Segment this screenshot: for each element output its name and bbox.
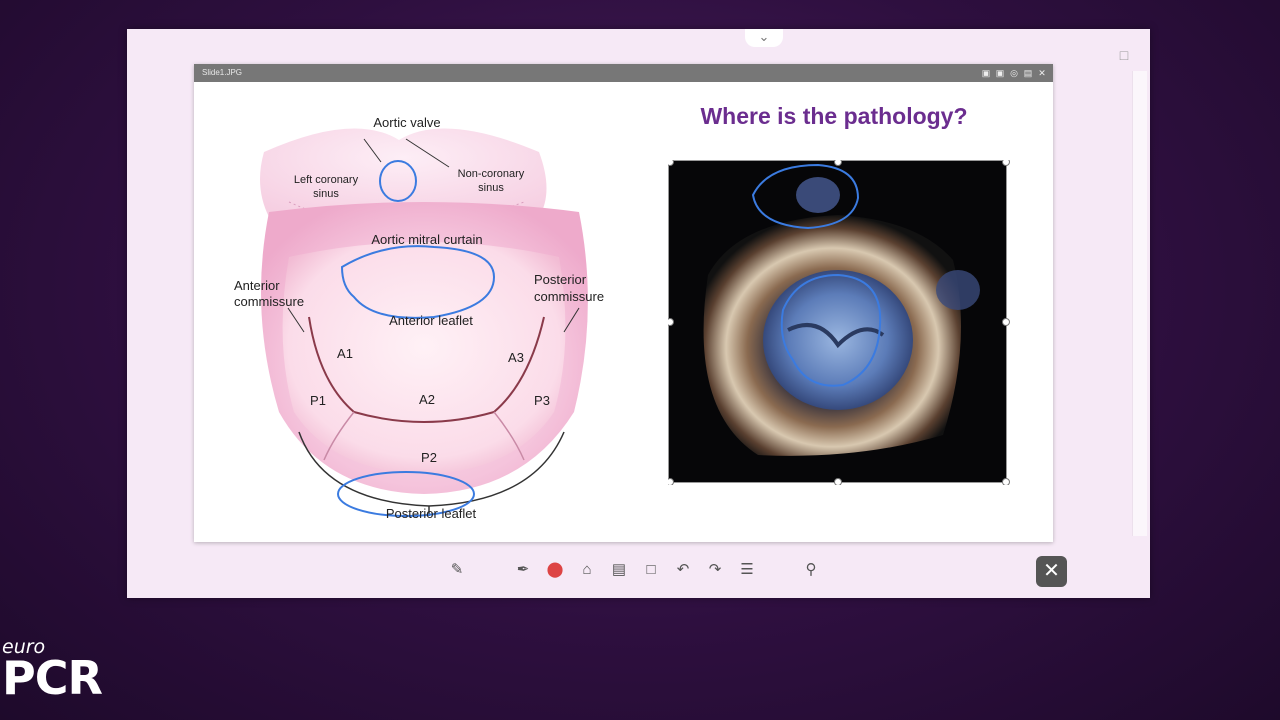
label-non-coronary-1: Non-coronary xyxy=(458,168,525,180)
label-anterior-commissure-2: commissure xyxy=(234,294,304,309)
redo-icon[interactable]: ↷ xyxy=(705,560,725,580)
label-posterior-commissure-1: Posterior xyxy=(534,272,587,287)
label-p1: P1 xyxy=(310,393,326,408)
side-scrollbar[interactable] xyxy=(1132,71,1147,536)
save-icon[interactable]: ▤ xyxy=(1023,64,1033,82)
viewer-titlebar: Slide1.JPG ▣ ▣ ◎ ▤ ✕ xyxy=(194,64,1053,82)
app-window: ⌄ □ Slide1.JPG ▣ ▣ ◎ ▤ ✕ Aortic valve Le… xyxy=(127,29,1150,598)
pen-icon[interactable]: ✒ xyxy=(513,560,533,580)
mitral-valve-diagram: Aortic valve Left coronary sinus Non-cor… xyxy=(234,115,604,521)
note-sidebar-icon[interactable]: □ xyxy=(1115,47,1133,65)
label-posterior-commissure-2: commissure xyxy=(534,289,604,304)
rotate-icon[interactable]: ▣ xyxy=(995,64,1005,82)
label-anterior-leaflet: Anterior leaflet xyxy=(389,313,473,328)
chevron-down-icon[interactable]: ⌄ xyxy=(745,29,783,47)
undo-icon[interactable]: ↶ xyxy=(673,560,693,580)
note-icon[interactable]: ✎ xyxy=(447,560,467,580)
annotation-toolbar: ✎ ✒ ⬤ ⌂ ▤ □ ↶ ↷ ☰ ⚲ xyxy=(447,560,821,580)
label-anterior-commissure-1: Anterior xyxy=(234,278,280,293)
label-a3: A3 xyxy=(508,350,524,365)
label-aortic-mitral-curtain: Aortic mitral curtain xyxy=(371,232,482,247)
image-viewer: Slide1.JPG ▣ ▣ ◎ ▤ ✕ Aortic valve Left c… xyxy=(194,64,1053,542)
label-aortic-valve: Aortic valve xyxy=(373,115,440,130)
label-a1: A1 xyxy=(337,346,353,361)
color-icon[interactable]: ⬤ xyxy=(545,560,565,580)
menu-icon[interactable]: ☰ xyxy=(737,560,757,580)
close-icon[interactable]: ✕ xyxy=(1037,64,1047,82)
label-non-coronary-2: sinus xyxy=(478,182,504,194)
label-a2: A2 xyxy=(419,392,435,407)
label-posterior-leaflet: Posterior leaflet xyxy=(386,506,477,521)
sticky-icon[interactable]: ▤ xyxy=(609,560,629,580)
fit-icon[interactable]: ▣ xyxy=(981,64,991,82)
viewer-title: Slide1.JPG xyxy=(202,68,243,77)
slide: Aortic valve Left coronary sinus Non-cor… xyxy=(194,82,1053,542)
label-left-coronary-1: Left coronary xyxy=(294,174,359,186)
echo-valve xyxy=(763,270,913,410)
label-left-coronary-2: sinus xyxy=(313,188,339,200)
label-p3: P3 xyxy=(534,393,550,408)
slide-heading: Where is the pathology? xyxy=(700,103,968,129)
zoom-icon[interactable]: ◎ xyxy=(1009,64,1019,82)
crop-icon[interactable]: □ xyxy=(641,560,661,580)
search-icon[interactable]: ⚲ xyxy=(801,560,821,580)
echo-image[interactable] xyxy=(668,160,1010,485)
logo-line-2: PCR xyxy=(2,651,103,705)
label-p2: P2 xyxy=(421,450,437,465)
text-icon[interactable]: ⌂ xyxy=(577,560,597,580)
europcr-logo: euro PCR xyxy=(2,638,103,705)
close-button[interactable]: ✕ xyxy=(1036,556,1067,587)
